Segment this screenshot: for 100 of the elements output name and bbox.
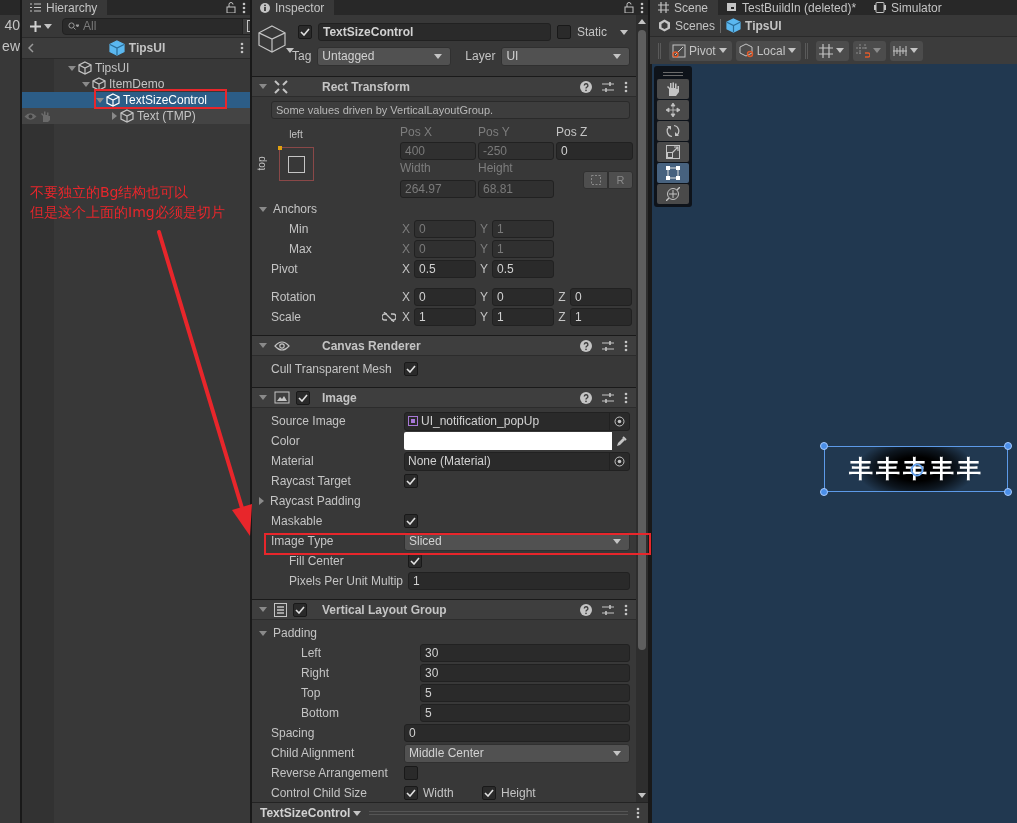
checkbox[interactable] [482, 786, 496, 800]
foldout-label[interactable]: Raycast Padding [259, 494, 361, 508]
unlink-icon[interactable] [382, 312, 396, 322]
tree-item[interactable]: Text (TMP) [22, 108, 250, 124]
foldout-label[interactable]: Padding [259, 626, 318, 640]
scrollbar[interactable] [636, 15, 648, 802]
more-icon[interactable] [636, 807, 640, 819]
help-icon[interactable] [580, 603, 592, 616]
checkbox[interactable] [298, 25, 312, 39]
number-field[interactable]: 0 [404, 724, 630, 742]
breadcrumb-item[interactable]: TipsUI [726, 18, 782, 33]
rotate-tool-icon[interactable] [666, 124, 680, 138]
number-field[interactable]: 1 [492, 308, 554, 326]
panel-tab[interactable]: Hierarchy [22, 0, 108, 15]
scrollbar-thumb[interactable] [638, 30, 646, 650]
more-icon[interactable] [242, 1, 246, 14]
object-field[interactable]: UI_notification_popUp [404, 411, 630, 431]
search-field[interactable]: All [62, 17, 250, 35]
tree-item[interactable]: ItemDemo [22, 76, 250, 92]
number-field[interactable]: 0.5 [492, 260, 554, 278]
move-tool-icon[interactable] [666, 103, 680, 117]
object-field[interactable]: None (Material) [404, 451, 630, 471]
object-dropdown[interactable]: TextSizeControl [260, 806, 362, 820]
tool-button[interactable] [657, 79, 689, 99]
transform-tool-icon[interactable] [666, 187, 680, 201]
checkbox[interactable] [404, 786, 418, 800]
more-icon[interactable] [624, 80, 628, 93]
tree-item[interactable]: TipsUI [22, 60, 250, 76]
scroll-up-icon[interactable] [638, 19, 646, 24]
number-field[interactable]: 0 [414, 288, 476, 306]
number-field[interactable]: 30 [420, 644, 630, 662]
more-icon[interactable] [624, 339, 628, 352]
object-picker-icon[interactable] [614, 415, 625, 427]
component-header[interactable]: Image [252, 387, 636, 408]
foldout-label[interactable]: Anchors [259, 202, 318, 216]
number-field[interactable]: 0.5 [414, 260, 476, 278]
number-field[interactable]: 5 [420, 704, 630, 722]
anchor-preset-button[interactable]: left top [252, 125, 400, 198]
tool-button[interactable] [657, 142, 689, 162]
presets-icon[interactable] [602, 80, 614, 93]
tool-button[interactable] [657, 121, 689, 141]
more-icon[interactable] [240, 42, 244, 54]
number-field[interactable]: 1 [570, 308, 632, 326]
checkbox[interactable] [557, 25, 571, 39]
number-field[interactable]: 0 [570, 288, 632, 306]
tag-dropdown[interactable]: Untagged [317, 46, 452, 66]
more-icon[interactable] [640, 1, 644, 14]
number-field[interactable]: 0 [556, 142, 633, 160]
scroll-down-icon[interactable] [638, 793, 646, 798]
component-header[interactable]: Rect Transform [252, 76, 636, 97]
color-swatch[interactable] [404, 432, 612, 450]
help-icon[interactable] [580, 80, 592, 93]
presets-icon[interactable] [602, 603, 614, 616]
presets-icon[interactable] [602, 339, 614, 352]
back-icon[interactable] [28, 43, 34, 53]
pivot-dropdown[interactable]: Pivot [669, 40, 732, 61]
tool-button[interactable] [657, 184, 689, 204]
help-icon[interactable] [580, 391, 592, 404]
view-tab[interactable]: Simulator [866, 0, 952, 15]
resize-handle[interactable] [820, 442, 828, 450]
checkbox[interactable] [404, 514, 418, 528]
increment-snap-button[interactable] [890, 40, 924, 61]
space-dropdown[interactable]: Local [735, 40, 802, 61]
checkbox[interactable] [404, 474, 418, 488]
resize-handle[interactable] [820, 488, 828, 496]
blueprint-mode-button[interactable] [583, 170, 608, 189]
checkbox[interactable] [293, 602, 307, 617]
more-icon[interactable] [624, 391, 628, 404]
snap-button[interactable] [853, 40, 887, 61]
checkbox[interactable] [404, 766, 418, 780]
tool-button[interactable] [657, 163, 689, 183]
checkbox[interactable] [296, 390, 310, 405]
resize-handle[interactable] [1004, 488, 1012, 496]
drag-handle-icon[interactable] [663, 71, 683, 76]
help-icon[interactable] [580, 339, 592, 352]
panel-tab[interactable]: Inspector [252, 0, 335, 15]
component-header[interactable]: Vertical Layout Group [252, 599, 636, 620]
grid-button[interactable] [816, 40, 850, 61]
search-input[interactable]: All [83, 19, 238, 33]
number-field[interactable]: 1 [414, 308, 476, 326]
presets-icon[interactable] [602, 391, 614, 404]
resize-handle[interactable] [1004, 442, 1012, 450]
rect-tool-icon[interactable] [666, 166, 680, 180]
component-header[interactable]: Canvas Renderer [252, 335, 636, 356]
tool-button[interactable] [657, 100, 689, 120]
number-field[interactable]: 30 [420, 664, 630, 682]
object-picker-icon[interactable] [614, 455, 625, 467]
name-field[interactable]: TextSizeControl [318, 23, 551, 41]
lock-icon[interactable] [226, 2, 236, 13]
dropdown[interactable]: Middle Center [404, 743, 630, 763]
hand-tool-icon[interactable] [666, 82, 680, 96]
number-field[interactable]: 0 [492, 288, 554, 306]
tree-item[interactable]: TextSizeControl [22, 92, 250, 108]
view-tab[interactable]: TestBuildIn (deleted)* [718, 0, 867, 15]
eyedropper-icon[interactable] [615, 435, 627, 447]
number-field[interactable]: 5 [420, 684, 630, 702]
checkbox[interactable] [404, 362, 418, 376]
create-button[interactable] [28, 20, 54, 32]
number-field[interactable]: 1 [408, 572, 630, 590]
scale-tool-icon[interactable] [666, 145, 680, 159]
